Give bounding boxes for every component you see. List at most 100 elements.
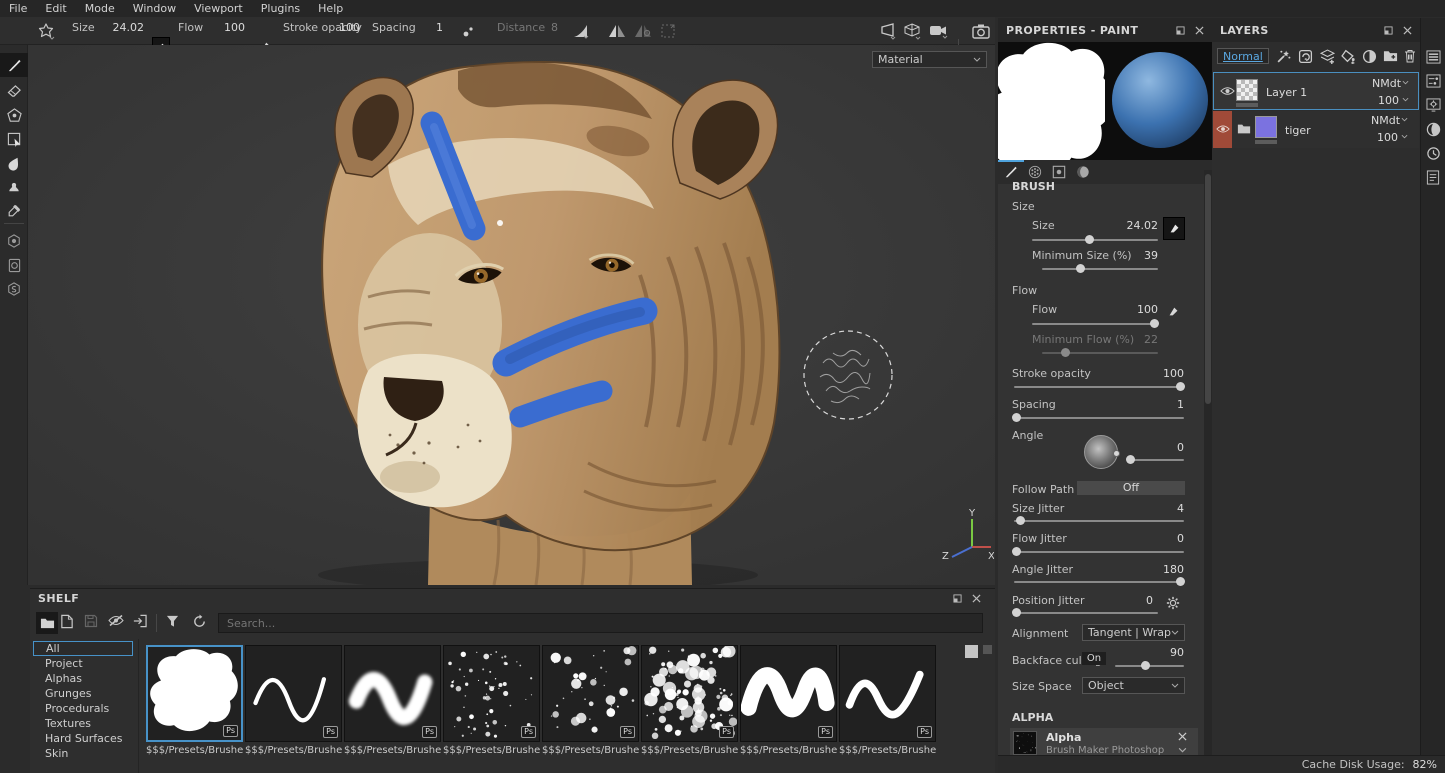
layer-thumbnail[interactable] <box>1236 79 1258 101</box>
layer-row[interactable]: Layer 1 NMdt 100 <box>1213 72 1419 110</box>
tab-alpha-pattern[interactable] <box>1028 165 1042 179</box>
polygon-fill-tool-button[interactable] <box>0 127 28 151</box>
clone-tool-button[interactable] <box>0 175 28 199</box>
size-jitter-value[interactable]: 4 <box>1138 502 1184 515</box>
brush-preset-tile[interactable]: Ps <box>641 645 738 742</box>
shader-settings-icon[interactable] <box>1426 122 1441 137</box>
add-fill-layer-icon[interactable] <box>1341 49 1356 64</box>
layers-panel-toggle-icon[interactable] <box>1426 50 1441 64</box>
menu-file[interactable]: File <box>0 0 36 17</box>
backface-value[interactable]: 90 <box>1148 646 1184 659</box>
expand-alpha-icon[interactable] <box>1178 747 1187 753</box>
brush-preset-tile[interactable]: Ps <box>344 645 441 742</box>
flow-value[interactable]: 100 <box>1118 303 1158 316</box>
close-panel-icon[interactable] <box>1195 26 1204 35</box>
layer-row[interactable]: tiger NMdt 100 <box>1213 111 1419 148</box>
flow-pressure-icon[interactable] <box>1168 306 1179 317</box>
thumbnail-size-small-button[interactable] <box>983 645 992 654</box>
shelf-category-textures[interactable]: Textures <box>33 716 133 731</box>
flow-jitter-slider[interactable] <box>1014 551 1184 553</box>
smudge-tool-button[interactable] <box>0 151 28 175</box>
shading-mode-select[interactable]: Material <box>872 51 987 68</box>
menu-help[interactable]: Help <box>309 0 352 17</box>
flow-jitter-value[interactable]: 0 <box>1138 532 1184 545</box>
shelf-category-alphas[interactable]: Alphas <box>33 671 133 686</box>
tab-material[interactable] <box>1076 165 1090 179</box>
shelf-refresh-icon[interactable] <box>192 614 207 629</box>
backface-toggle[interactable]: On <box>1082 652 1106 665</box>
menu-edit[interactable]: Edit <box>36 0 75 17</box>
chevron-down-icon[interactable] <box>1402 97 1409 102</box>
angle-value[interactable]: 0 <box>1148 441 1184 454</box>
close-panel-icon[interactable] <box>1403 26 1412 35</box>
screenshot-camera-icon[interactable] <box>972 23 990 39</box>
camera-view-icon[interactable] <box>929 24 950 39</box>
brush-preset-tile[interactable]: Ps <box>245 645 342 742</box>
stroke-shape-icon[interactable] <box>36 21 56 41</box>
material-picker-tool-button[interactable] <box>0 199 28 223</box>
size-pressure-button[interactable] <box>1163 217 1185 240</box>
stroke-opacity-slider[interactable] <box>1014 386 1184 388</box>
particles-resource-button[interactable] <box>0 229 28 253</box>
properties-scrollbar[interactable] <box>1204 170 1212 755</box>
resource-document-button[interactable] <box>0 253 28 277</box>
brush-preset-tile[interactable]: Ps <box>443 645 540 742</box>
toolbar-stroke-opacity-value[interactable]: 100 <box>332 21 360 34</box>
spacing-value[interactable]: 1 <box>1138 398 1184 411</box>
backface-slider[interactable] <box>1115 665 1184 667</box>
perspective-view-icon[interactable] <box>878 23 898 40</box>
size-jitter-slider[interactable] <box>1014 520 1184 522</box>
angle-slider[interactable] <box>1128 459 1184 461</box>
remove-alpha-icon[interactable] <box>1178 732 1187 741</box>
history-icon[interactable] <box>1426 146 1441 161</box>
follow-path-toggle[interactable]: Off <box>1077 481 1185 495</box>
size-value[interactable]: 24.02 <box>1108 219 1158 232</box>
layer-thumbnail[interactable] <box>1255 116 1277 138</box>
add-folder-icon[interactable] <box>1383 49 1398 62</box>
spacing-slider[interactable] <box>1014 417 1184 419</box>
brush-preset-tile[interactable]: Ps <box>740 645 837 742</box>
min-size-slider[interactable] <box>1042 268 1158 270</box>
add-smart-material-icon[interactable] <box>1298 49 1313 64</box>
layer-opacity[interactable]: 100 <box>1378 94 1399 107</box>
shelf-search-input[interactable] <box>218 613 983 633</box>
angle-dial[interactable] <box>1084 435 1118 469</box>
thumbnail-size-large-button[interactable] <box>965 645 978 658</box>
falloff-icon[interactable] <box>572 23 590 39</box>
paint-tool-button[interactable] <box>0 53 28 77</box>
layer-name[interactable]: Layer 1 <box>1266 86 1307 99</box>
layer-opacity[interactable]: 100 <box>1377 131 1398 144</box>
shelf-category-project[interactable]: Project <box>33 656 133 671</box>
undock-panel-icon[interactable] <box>1384 26 1393 35</box>
flow-slider[interactable] <box>1032 323 1158 325</box>
brush-preset-tile[interactable]: Ps <box>839 645 936 742</box>
brush-preset-tile[interactable]: Ps <box>542 645 639 742</box>
position-jitter-slider[interactable] <box>1014 612 1158 614</box>
chevron-down-icon[interactable] <box>1401 117 1408 122</box>
build-up-icon[interactable] <box>462 25 476 39</box>
angle-jitter-slider[interactable] <box>1014 581 1184 583</box>
layer-channels[interactable]: NMdt <box>1371 114 1400 127</box>
tab-brush[interactable] <box>1004 165 1018 179</box>
shelf-category-all[interactable]: All <box>33 641 133 656</box>
undock-panel-icon[interactable] <box>953 594 962 603</box>
toolbar-spacing-value[interactable]: 1 <box>415 21 443 34</box>
undock-panel-icon[interactable] <box>1176 26 1185 35</box>
texture-set-settings-icon[interactable] <box>1426 74 1441 88</box>
tab-stencil[interactable] <box>1052 165 1066 179</box>
stroke-opacity-value[interactable]: 100 <box>1138 367 1184 380</box>
menu-window[interactable]: Window <box>124 0 185 17</box>
shelf-category-grunges[interactable]: Grunges <box>33 686 133 701</box>
shelf-category-hard-surfaces[interactable]: Hard Surfaces <box>33 731 133 746</box>
layer-name[interactable]: tiger <box>1285 124 1311 137</box>
folder-icon[interactable] <box>1237 123 1251 134</box>
shelf-hide-resources-button[interactable] <box>108 614 124 627</box>
toolbar-size-value[interactable]: 24.02 <box>110 21 144 34</box>
layer-channels[interactable]: NMdt <box>1372 77 1401 90</box>
layer-visibility-icon[interactable] <box>1216 124 1230 134</box>
shelf-category-skin[interactable]: Skin <box>33 746 133 761</box>
projection-tool-button[interactable] <box>0 103 28 127</box>
toolbar-flow-value[interactable]: 100 <box>215 21 245 34</box>
angle-jitter-value[interactable]: 180 <box>1138 563 1184 576</box>
material-preview[interactable] <box>1105 42 1212 160</box>
